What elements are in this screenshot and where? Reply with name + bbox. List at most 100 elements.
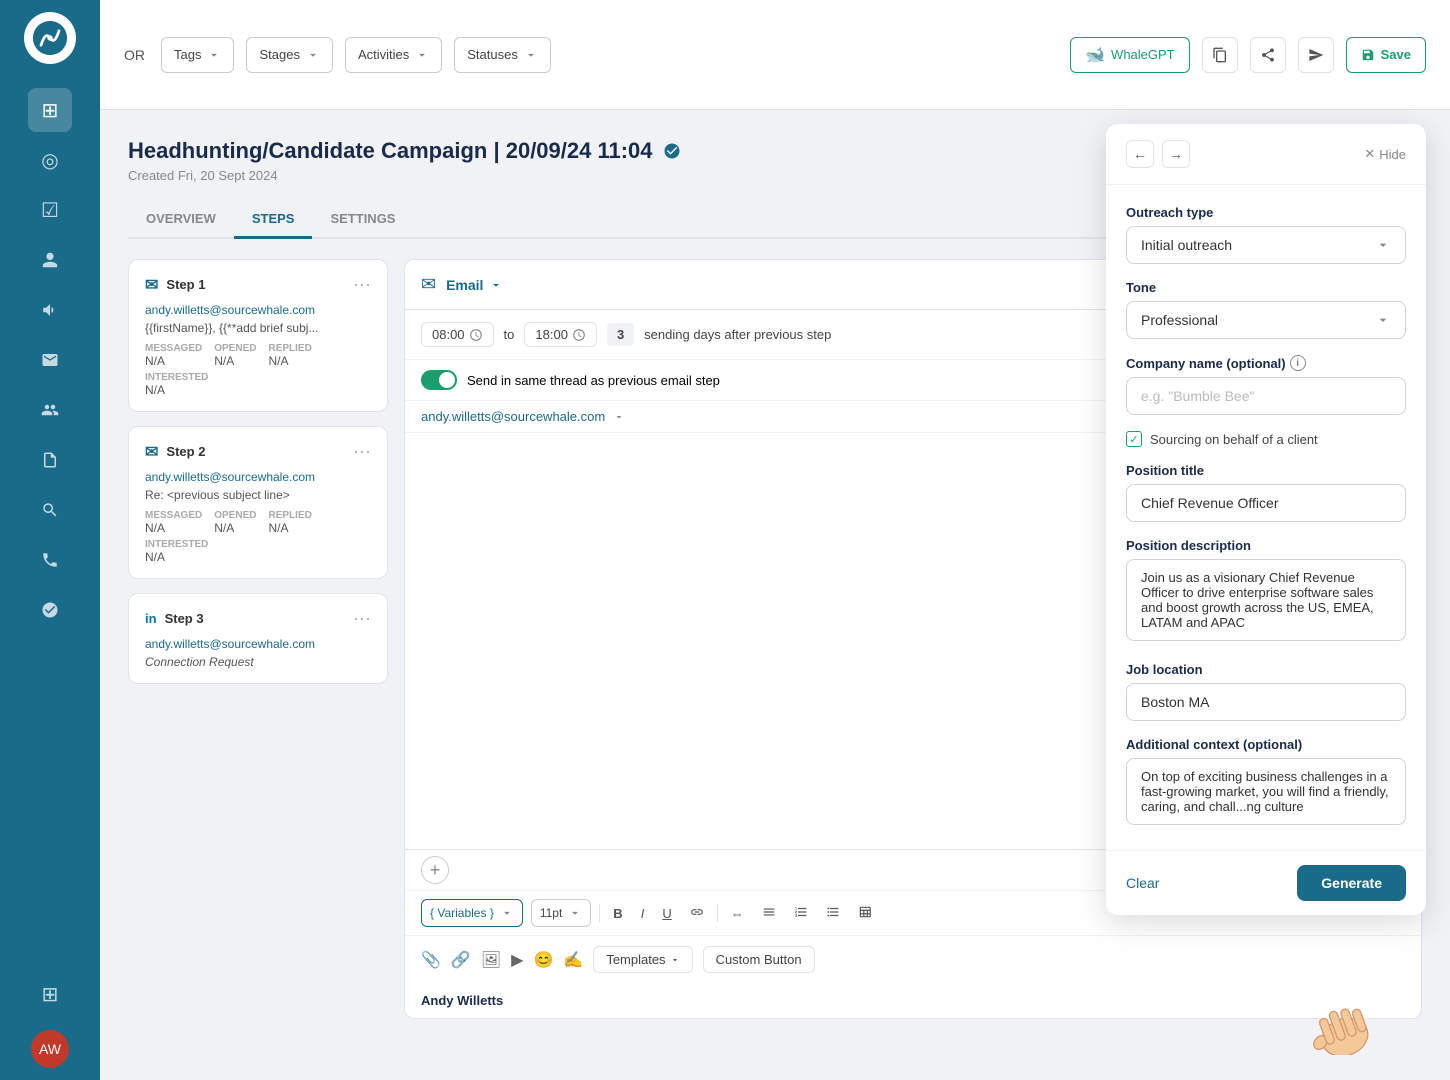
panel-navigation: ← → — [1126, 140, 1190, 168]
statuses-dropdown[interactable]: Statuses — [454, 37, 551, 73]
checkbox-check-icon: ✓ — [1129, 433, 1138, 446]
time-from-field[interactable]: 08:00 — [421, 322, 494, 347]
step-2-subject: Re: <previous subject line> — [145, 488, 371, 502]
templates-button[interactable]: Templates — [593, 946, 692, 973]
days-label: sending days after previous step — [644, 327, 831, 342]
step-card-2[interactable]: ✉ Step 2 ··· andy.willetts@sourcewhale.c… — [128, 426, 388, 579]
sidebar-item-grid[interactable]: ⊞ — [28, 972, 72, 1016]
share-icon-btn[interactable] — [1250, 37, 1286, 73]
sidebar-item-dashboard[interactable]: ⊞ — [28, 88, 72, 132]
panel-body: Outreach type Initial outreach Tone Prof… — [1106, 185, 1426, 850]
additional-context-textarea[interactable]: On top of exciting business challenges i… — [1126, 758, 1406, 825]
sidebar: ⊞ ◎ ☑ ⊞ AW — [0, 0, 100, 1080]
step-2-menu[interactable]: ··· — [353, 441, 371, 462]
sidebar-item-phone[interactable] — [28, 538, 72, 582]
email-step-icon-1: ✉ — [145, 275, 158, 295]
save-button[interactable]: Save — [1346, 37, 1426, 73]
whalegpt-panel: ← → ✕ Hide Outreach type Initial outreac… — [1106, 124, 1426, 915]
table-button[interactable] — [853, 902, 877, 925]
step-3-menu[interactable]: ··· — [353, 608, 371, 629]
stages-dropdown[interactable]: Stages — [246, 37, 332, 73]
email-step-icon-2: ✉ — [145, 442, 158, 462]
topbar: OR Tags Stages Activities Statuses 🐋 Wha… — [100, 0, 1450, 110]
attachment-icon[interactable]: 📎 — [421, 950, 441, 970]
tab-settings[interactable]: SETTINGS — [312, 201, 413, 239]
custom-button-btn[interactable]: Custom Button — [703, 946, 815, 973]
panel-header: ← → ✕ Hide — [1106, 124, 1426, 185]
sender-name: Andy Willetts — [405, 983, 1421, 1018]
whalegpt-button[interactable]: 🐋 WhaleGPT — [1070, 37, 1190, 73]
sidebar-item-campaigns[interactable] — [28, 288, 72, 332]
tab-steps[interactable]: STEPS — [234, 201, 313, 239]
company-name-field: Company name (optional) i — [1126, 355, 1406, 415]
panel-hide-button[interactable]: ✕ Hide — [1364, 146, 1406, 162]
step-1-menu[interactable]: ··· — [353, 274, 371, 295]
columns-button[interactable]: ⇔ — [726, 903, 749, 924]
step-2-stats: MESSAGED N/A OPENED N/A REPLIED N/A — [145, 510, 371, 535]
sidebar-item-inbox[interactable] — [28, 338, 72, 382]
list-bullet-button[interactable] — [821, 902, 845, 925]
thread-toggle[interactable] — [421, 370, 457, 390]
company-name-label: Company name (optional) i — [1126, 355, 1406, 371]
italic-button[interactable]: I — [636, 903, 650, 924]
send-icon-btn[interactable] — [1298, 37, 1334, 73]
add-button[interactable]: + — [421, 856, 449, 884]
job-location-input[interactable] — [1126, 683, 1406, 721]
align-button[interactable] — [757, 902, 781, 925]
variables-dropdown[interactable]: { Variables } — [421, 899, 523, 927]
clear-button[interactable]: Clear — [1126, 875, 1159, 891]
emoji-icon[interactable]: 😊 — [533, 950, 553, 970]
sidebar-item-search[interactable] — [28, 488, 72, 532]
outreach-type-dropdown[interactable]: Initial outreach — [1126, 226, 1406, 264]
video-icon[interactable]: ▶ — [511, 950, 523, 970]
sidebar-item-analytics[interactable]: ◎ — [28, 138, 72, 182]
email-type-dropdown[interactable]: Email — [446, 277, 503, 293]
company-name-input[interactable] — [1126, 377, 1406, 415]
position-description-field: Position description Join us as a vision… — [1126, 538, 1406, 646]
position-description-textarea[interactable]: Join us as a visionary Chief Revenue Off… — [1126, 559, 1406, 641]
step-3-email: andy.willetts@sourcewhale.com — [145, 637, 371, 651]
tone-label: Tone — [1126, 280, 1406, 295]
svg-text:AW: AW — [39, 1041, 62, 1057]
step-card-3[interactable]: in Step 3 ··· andy.willetts@sourcewhale.… — [128, 593, 388, 684]
tags-dropdown[interactable]: Tags — [161, 37, 234, 73]
image-icon[interactable]: 🖼 — [481, 950, 501, 970]
sidebar-item-files[interactable] — [28, 438, 72, 482]
time-to-field[interactable]: 18:00 — [524, 322, 597, 347]
logo[interactable] — [24, 12, 76, 64]
days-count-badge: 3 — [607, 323, 634, 346]
bold-button[interactable]: B — [608, 903, 627, 924]
sidebar-item-contacts[interactable] — [28, 238, 72, 282]
company-name-info-icon: i — [1290, 355, 1306, 371]
tab-overview[interactable]: OVERVIEW — [128, 201, 234, 239]
link-button[interactable] — [685, 902, 709, 925]
underline-button[interactable]: U — [657, 903, 676, 924]
panel-footer: Clear Generate — [1106, 850, 1426, 915]
signature-icon[interactable]: ✍ — [563, 950, 583, 970]
font-size-dropdown[interactable]: 11pt — [531, 899, 591, 927]
outreach-type-label: Outreach type — [1126, 205, 1406, 220]
position-title-input[interactable] — [1126, 484, 1406, 522]
sidebar-item-team[interactable] — [28, 388, 72, 432]
panel-back-button[interactable]: ← — [1126, 140, 1154, 168]
step-2-label: Step 2 — [166, 444, 205, 459]
list-ordered-button[interactable] — [789, 902, 813, 925]
step-1-email: andy.willetts@sourcewhale.com — [145, 303, 371, 317]
step-2-email: andy.willetts@sourcewhale.com — [145, 470, 371, 484]
activities-dropdown[interactable]: Activities — [345, 37, 442, 73]
step-card-1[interactable]: ✉ Step 1 ··· andy.willetts@sourcewhale.c… — [128, 259, 388, 412]
linkedin-step-icon-3: in — [145, 611, 157, 626]
sourcing-checkbox[interactable]: ✓ — [1126, 431, 1142, 447]
editor-actions: 📎 🔗 🖼 ▶ 😊 ✍ Templates Custom Button — [405, 935, 1421, 983]
position-title-field: Position title — [1126, 463, 1406, 522]
tone-dropdown[interactable]: Professional — [1126, 301, 1406, 339]
sidebar-item-tasks[interactable]: ☑ — [28, 188, 72, 232]
panel-forward-button[interactable]: → — [1162, 140, 1190, 168]
step-3-label: Step 3 — [165, 611, 204, 626]
user-avatar[interactable]: AW — [31, 1030, 69, 1068]
copy-icon-btn[interactable] — [1202, 37, 1238, 73]
job-location-label: Job location — [1126, 662, 1406, 677]
sidebar-item-account-settings[interactable] — [28, 588, 72, 632]
link-action-icon[interactable]: 🔗 — [451, 950, 471, 970]
generate-button[interactable]: Generate — [1297, 865, 1406, 901]
